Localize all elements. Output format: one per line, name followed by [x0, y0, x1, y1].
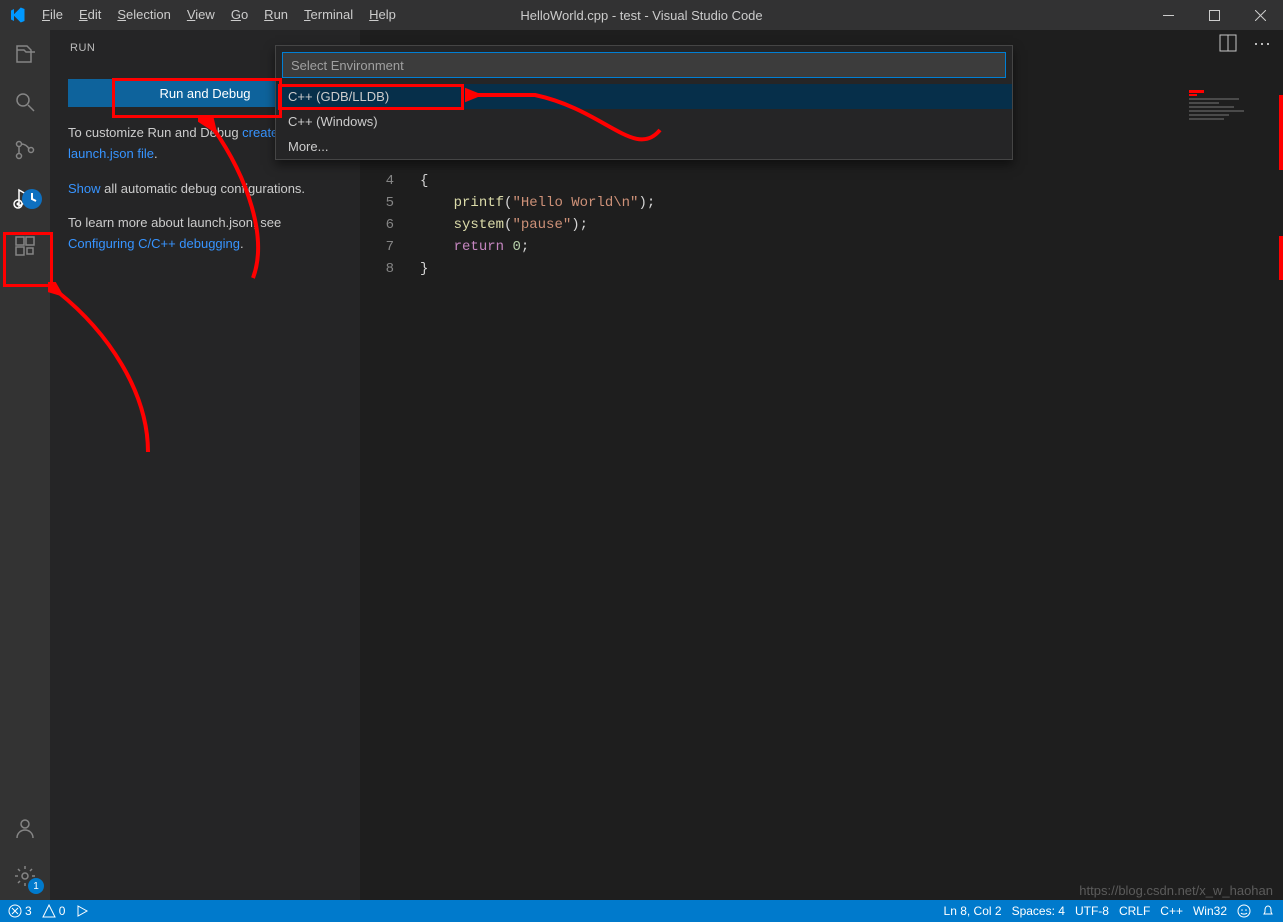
watermark-text: https://blog.csdn.net/x_w_haohan: [1079, 883, 1273, 898]
status-eol[interactable]: CRLF: [1119, 904, 1150, 918]
run-sidebar: RUN Run and Debug To customize Run and D…: [50, 30, 360, 900]
status-errors[interactable]: 3: [8, 904, 32, 918]
activity-debug[interactable]: [0, 174, 50, 222]
minimize-button[interactable]: [1145, 0, 1191, 30]
quickpick-dropdown: C++ (GDB/LLDB) C++ (Windows) More...: [275, 45, 1013, 160]
menu-view[interactable]: ViewView: [179, 0, 223, 30]
maximize-button[interactable]: [1191, 0, 1237, 30]
line-number-gutter: 4 5 6 7 8: [360, 170, 420, 280]
statusbar: 3 0 Ln 8, Col 2 Spaces: 4 UTF-8 CRLF C++…: [0, 900, 1283, 922]
status-warnings[interactable]: 0: [42, 904, 66, 918]
activitybar: 1: [0, 30, 50, 900]
menu-edit[interactable]: EditEdit: [71, 0, 109, 30]
more-actions-icon[interactable]: ⋯: [1253, 34, 1271, 57]
window-controls: [1145, 0, 1283, 30]
settings-badge: 1: [28, 878, 44, 894]
env-option-gdb-lldb[interactable]: C++ (GDB/LLDB): [276, 84, 1012, 109]
status-feedback-icon[interactable]: [1237, 904, 1251, 918]
activity-explorer[interactable]: [0, 30, 50, 78]
status-lang[interactable]: C++: [1160, 904, 1183, 918]
activity-search[interactable]: [0, 78, 50, 126]
learn-more-text: To learn more about launch.json, see Con…: [68, 213, 342, 255]
vscode-logo-icon: [0, 6, 34, 24]
status-encoding[interactable]: UTF-8: [1075, 904, 1109, 918]
activity-settings[interactable]: 1: [0, 852, 50, 900]
status-run[interactable]: [75, 904, 89, 918]
menu-run[interactable]: RunRun: [256, 0, 296, 30]
status-bell-icon[interactable]: [1261, 904, 1275, 918]
menu-terminal[interactable]: TerminalTerminal: [296, 0, 361, 30]
menu-go[interactable]: GoGo: [223, 0, 256, 30]
titlebar: FFileile EditEdit SelectionSelection Vie…: [0, 0, 1283, 30]
show-configs-text: Show all automatic debug configurations.: [68, 179, 342, 200]
menu-help[interactable]: HelpHelp: [361, 0, 404, 30]
menubar: FFileile EditEdit SelectionSelection Vie…: [34, 0, 404, 30]
activity-account[interactable]: [0, 804, 50, 852]
configuring-debugging-link[interactable]: Configuring C/C++ debugging: [68, 236, 240, 251]
status-spaces[interactable]: Spaces: 4: [1012, 904, 1065, 918]
close-button[interactable]: [1237, 0, 1283, 30]
clock-overlay-icon: [20, 187, 44, 214]
status-ln-col[interactable]: Ln 8, Col 2: [944, 904, 1002, 918]
activity-scm[interactable]: [0, 126, 50, 174]
editor-area[interactable]: ⋯ 4 5 6 7 8 { printf("Hello World\n"); s…: [360, 30, 1283, 900]
env-option-windows[interactable]: C++ (Windows): [276, 109, 1012, 134]
split-editor-icon[interactable]: [1219, 34, 1237, 57]
menu-selection[interactable]: SelectionSelection: [109, 0, 178, 30]
show-link[interactable]: Show: [68, 181, 101, 196]
status-win32[interactable]: Win32: [1193, 904, 1227, 918]
activity-extensions[interactable]: [0, 222, 50, 270]
minimap[interactable]: [1189, 90, 1279, 140]
code-content[interactable]: { printf("Hello World\n"); system("pause…: [420, 170, 655, 280]
env-option-more[interactable]: More...: [276, 134, 1012, 159]
environment-input[interactable]: [282, 52, 1006, 78]
menu-file[interactable]: FFileile: [34, 0, 71, 30]
